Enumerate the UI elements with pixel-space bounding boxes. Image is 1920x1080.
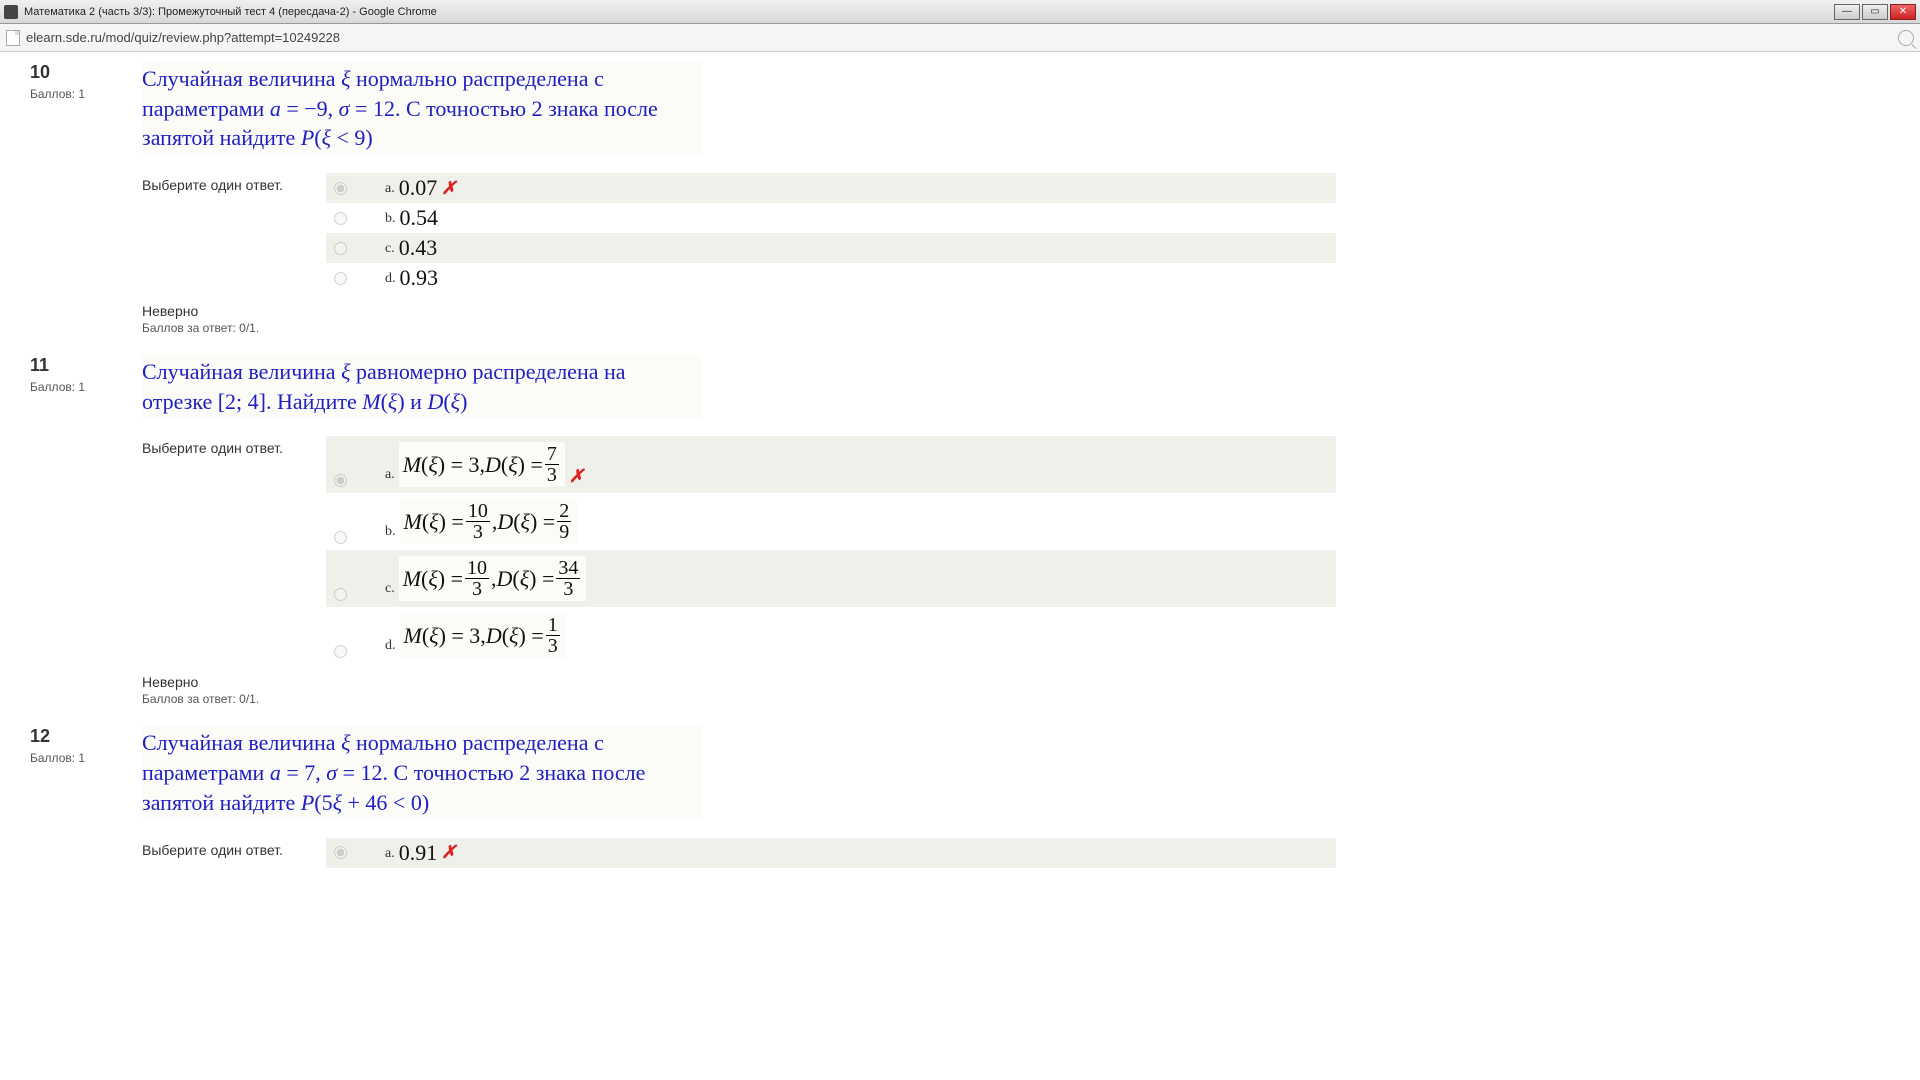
option-radio[interactable] bbox=[334, 272, 347, 285]
zoom-icon[interactable] bbox=[1898, 30, 1914, 46]
answer-block: Выберите один ответ.a.0.07✗b.0.54c.0.43d… bbox=[142, 173, 1900, 293]
answer-block: Выберите один ответ.a.0.91✗ bbox=[142, 838, 1900, 868]
option-row: c.M(ξ) = 103, D(ξ) = 343 bbox=[326, 550, 1336, 607]
question-text: Случайная величина ξ нормально распредел… bbox=[142, 62, 702, 155]
option-row: a.0.91✗ bbox=[326, 838, 1336, 868]
question-block: 10 Баллов: 1Случайная величина ξ нормаль… bbox=[0, 52, 1920, 345]
option-value: 0.43 bbox=[399, 235, 438, 261]
choose-label: Выберите один ответ. bbox=[142, 436, 326, 664]
maximize-button[interactable]: ▭ bbox=[1862, 4, 1888, 20]
question-block: 12 Баллов: 1Случайная величина ξ нормаль… bbox=[0, 716, 1920, 877]
option-radio[interactable] bbox=[334, 212, 347, 225]
option-label: d. bbox=[385, 271, 396, 291]
option-row: a.M(ξ) = 3, D(ξ) = 73✗ bbox=[326, 436, 1336, 493]
option-radio[interactable] bbox=[334, 474, 347, 487]
option-row: b.0.54 bbox=[326, 203, 1336, 233]
choose-label: Выберите один ответ. bbox=[142, 838, 326, 868]
result-block: Неверно Баллов за ответ: 0/1. bbox=[142, 303, 1900, 335]
option-label: a. bbox=[385, 467, 395, 487]
quiz-content: 10 Баллов: 1Случайная величина ξ нормаль… bbox=[0, 52, 1920, 918]
options-list: a.0.91✗ bbox=[326, 838, 1336, 868]
question-number: 12 bbox=[30, 726, 142, 747]
wrong-icon: ✗ bbox=[441, 842, 456, 863]
wrong-icon: ✗ bbox=[441, 178, 456, 199]
option-row: c.0.43 bbox=[326, 233, 1336, 263]
result-status: Неверно bbox=[142, 674, 1900, 690]
options-list: a.0.07✗b.0.54c.0.43d.0.93 bbox=[326, 173, 1336, 293]
option-radio[interactable] bbox=[334, 645, 347, 658]
minimize-button[interactable]: — bbox=[1834, 4, 1860, 20]
result-points: Баллов за ответ: 0/1. bbox=[142, 692, 1900, 706]
options-list: a.M(ξ) = 3, D(ξ) = 73✗b.M(ξ) = 103, D(ξ)… bbox=[326, 436, 1336, 664]
option-row: d.0.93 bbox=[326, 263, 1336, 293]
option-label: b. bbox=[385, 211, 396, 231]
option-value: 0.93 bbox=[400, 265, 439, 291]
question-text: Случайная величина ξ нормально распредел… bbox=[142, 726, 702, 819]
question-number: 11 bbox=[30, 355, 142, 376]
window-buttons: — ▭ ✕ bbox=[1834, 4, 1916, 20]
option-row: b.M(ξ) = 103, D(ξ) = 29 bbox=[326, 493, 1336, 550]
option-value: 0.07 bbox=[399, 175, 438, 201]
option-row: a.0.07✗ bbox=[326, 173, 1336, 203]
option-value: 0.91 bbox=[399, 840, 438, 866]
option-radio[interactable] bbox=[334, 588, 347, 601]
address-bar: elearn.sde.ru/mod/quiz/review.php?attemp… bbox=[0, 24, 1920, 52]
option-label: b. bbox=[385, 524, 396, 544]
result-block: Неверно Баллов за ответ: 0/1. bbox=[142, 674, 1900, 706]
option-label: c. bbox=[385, 241, 395, 261]
answer-block: Выберите один ответ.a.M(ξ) = 3, D(ξ) = 7… bbox=[142, 436, 1900, 664]
question-number: 10 bbox=[30, 62, 142, 83]
favicon-icon bbox=[4, 5, 18, 19]
option-formula: M(ξ) = 3, D(ξ) = 73 bbox=[399, 442, 565, 487]
question-max-score: Баллов: 1 bbox=[30, 751, 142, 765]
option-value: 0.54 bbox=[400, 205, 439, 231]
wrong-icon: ✗ bbox=[569, 466, 584, 487]
option-formula: M(ξ) = 103, D(ξ) = 343 bbox=[399, 556, 587, 601]
page-icon bbox=[6, 30, 20, 46]
option-row: d.M(ξ) = 3, D(ξ) = 13 bbox=[326, 607, 1336, 664]
option-label: c. bbox=[385, 581, 395, 601]
question-text: Случайная величина ξ равномерно распреде… bbox=[142, 355, 702, 418]
option-radio[interactable] bbox=[334, 846, 347, 859]
result-points: Баллов за ответ: 0/1. bbox=[142, 321, 1900, 335]
option-formula: M(ξ) = 103, D(ξ) = 29 bbox=[400, 499, 578, 544]
option-radio[interactable] bbox=[334, 242, 347, 255]
option-radio[interactable] bbox=[334, 531, 347, 544]
choose-label: Выберите один ответ. bbox=[142, 173, 326, 293]
url-text[interactable]: elearn.sde.ru/mod/quiz/review.php?attemp… bbox=[26, 30, 1898, 45]
close-button[interactable]: ✕ bbox=[1890, 4, 1916, 20]
question-max-score: Баллов: 1 bbox=[30, 380, 142, 394]
option-label: a. bbox=[385, 846, 395, 866]
question-max-score: Баллов: 1 bbox=[30, 87, 142, 101]
result-status: Неверно bbox=[142, 303, 1900, 319]
page-viewport[interactable]: 10 Баллов: 1Случайная величина ξ нормаль… bbox=[0, 52, 1920, 1080]
option-label: a. bbox=[385, 181, 395, 201]
option-formula: M(ξ) = 3, D(ξ) = 13 bbox=[400, 613, 566, 658]
window-title: Математика 2 (часть 3/3): Промежуточный … bbox=[24, 6, 1834, 18]
question-block: 11 Баллов: 1Случайная величина ξ равноме… bbox=[0, 345, 1920, 716]
window-titlebar: Математика 2 (часть 3/3): Промежуточный … bbox=[0, 0, 1920, 24]
option-radio[interactable] bbox=[334, 182, 347, 195]
option-label: d. bbox=[385, 638, 396, 658]
